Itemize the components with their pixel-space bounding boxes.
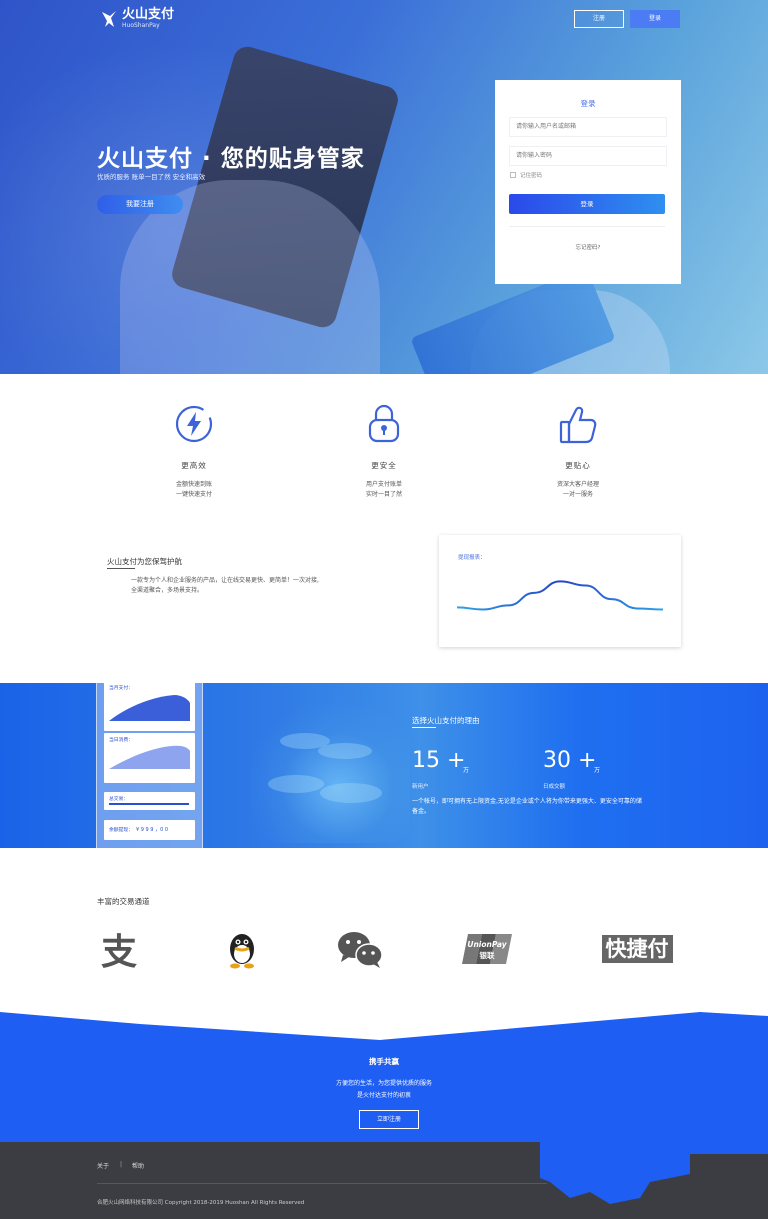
- qq-penguin-icon: [230, 934, 254, 969]
- daily-volume-unit: 万: [594, 767, 601, 774]
- coin-shape: [268, 775, 324, 793]
- reasons-text: 一个帐号，即可拥有无上限资金,无论是企业或个人将为你带来更强大、更安全可靠的储备…: [412, 798, 642, 815]
- feature-desc: 用户支付账单 实时一目了然: [324, 480, 444, 500]
- withdraw-chart: [456, 580, 664, 611]
- feature-desc: 资深大客户经理 一对一服务: [518, 480, 638, 500]
- feature-desc-line: 金额快速到账: [175, 481, 212, 488]
- feature-title: 更贴心: [565, 461, 591, 470]
- daily-volume-number: 30 +: [543, 748, 597, 773]
- feature-desc-line: 一键快速支付: [175, 491, 212, 498]
- page: 火山支付 HuoShanPay 注册 登录 火山支付 · 您的贴身管家 优质的服…: [0, 0, 768, 1219]
- login-button[interactable]: 登录: [630, 10, 680, 28]
- password-input[interactable]: 请你输入密码: [509, 146, 667, 166]
- lightning-icon: [175, 405, 213, 443]
- wechat-icon: [338, 932, 383, 968]
- join-line: 是火付达支付的初衷: [356, 1092, 411, 1099]
- feature-efficient: 更高效 金额快速到账 一键快速支付: [134, 402, 254, 500]
- join-line: 方便您的生活，为您提供优质的服务: [335, 1080, 432, 1087]
- intro-title: 火山支付为您保驾护航: [107, 557, 182, 566]
- day-spend-card: 当日消费：: [104, 733, 195, 783]
- balance-value: ¥ 9 9 9 ，0 0: [136, 827, 169, 833]
- footer-separator: |: [120, 1161, 123, 1168]
- unionpay-logo[interactable]: UnionPay 银联: [462, 928, 514, 970]
- login-submit-button[interactable]: 登录: [509, 194, 665, 214]
- login-panel: 登录 请你输入用户名或邮箱 请你输入密码 记住密码 登录 忘记密码?: [495, 80, 681, 284]
- thumbs-up-icon: [559, 406, 597, 444]
- total-trade-card: 总交易：: [104, 792, 195, 810]
- day-spend-sparkline: [109, 745, 190, 769]
- new-users-label: 新用户: [412, 784, 429, 790]
- unionpay-text: UnionPay: [467, 940, 507, 949]
- month-payment-card: 当月支付：: [104, 681, 195, 731]
- footer-copyright: 合肥火山网络科技有限公司 Copyright 2018-2019 Huoshan…: [97, 1200, 305, 1206]
- coin-shape: [318, 743, 372, 759]
- series-line: [456, 580, 664, 611]
- intro-underline: [107, 568, 135, 569]
- join-title: 携手共赢: [369, 1057, 399, 1066]
- quickpay-text: 快捷付: [601, 935, 673, 963]
- logo-icon: [102, 11, 116, 27]
- feature-secure: 更安全 用户支付账单 实时一目了然: [324, 402, 444, 500]
- new-users-unit: 万: [463, 767, 470, 774]
- login-heading: 登录: [580, 99, 596, 108]
- feature-title: 更安全: [371, 461, 397, 470]
- feature-title: 更高效: [181, 461, 207, 470]
- total-trade-label: 总交易：: [109, 797, 129, 802]
- remember-label: 记住密码: [520, 173, 543, 179]
- remember-checkbox[interactable]: [510, 172, 516, 178]
- remember-password[interactable]: 记住密码: [510, 171, 542, 179]
- logo[interactable]: 火山支付 HuoShanPay: [100, 8, 174, 30]
- username-input[interactable]: 请你输入用户名或邮箱: [509, 117, 667, 137]
- intro-line: 一款专为个人和企业服务的产品，让在线交易更快、更简单！一次对接,: [131, 577, 319, 584]
- feature-desc-line: 实时一目了然: [365, 491, 402, 498]
- alipay-logo[interactable]: 支: [96, 928, 142, 973]
- coins-illustration: [250, 703, 410, 843]
- balance-label: 余额提现：: [109, 828, 133, 833]
- signup-cta-button[interactable]: 我要注册: [97, 195, 183, 214]
- lock-icon: [368, 404, 400, 443]
- qq-logo[interactable]: [222, 928, 262, 970]
- feature-caring: 更贴心 资深大客户经理 一对一服务: [518, 402, 638, 500]
- wechat-logo[interactable]: [334, 928, 386, 970]
- feature-desc: 金额快速到账 一键快速支付: [134, 480, 254, 500]
- balance-card: 余额提现： ¥ 9 9 9 ，0 0: [104, 820, 195, 840]
- forgot-password-link[interactable]: 忘记密码?: [495, 243, 681, 251]
- hero-subtitle: 优质的服务 账单一目了然 安全和高效: [97, 173, 206, 181]
- month-payment-sparkline: [109, 695, 190, 721]
- logo-title: 火山支付: [122, 7, 175, 22]
- channels-title: 丰富的交易通道: [97, 897, 150, 906]
- logo-subtitle: HuoShanPay: [122, 22, 160, 29]
- coin-shape: [320, 783, 382, 803]
- reasons-underline: [412, 727, 436, 728]
- reasons-title: 选择火山支付的理由: [412, 716, 480, 725]
- daily-volume-label: 日成交额: [543, 784, 566, 790]
- feature-desc-line: 资深大客户经理: [556, 481, 599, 488]
- total-trade-bar: [109, 803, 189, 805]
- unionpay-cn-text: 银联: [480, 950, 495, 960]
- footer-about-link[interactable]: 关于: [97, 1161, 109, 1170]
- login-divider: [509, 226, 665, 227]
- quickpay-logo[interactable]: 快捷付: [594, 928, 680, 970]
- register-now-button[interactable]: 立即注册: [359, 1110, 419, 1129]
- intro-line: 全渠道聚合，多场景支持。: [131, 587, 204, 594]
- withdraw-chart-card: 提现报表：: [439, 535, 681, 647]
- footer-help-link[interactable]: 帮助: [132, 1161, 144, 1170]
- unionpay-icon: UnionPay 银联: [462, 934, 512, 964]
- feature-desc-line: 一对一服务: [562, 491, 593, 498]
- feature-desc-line: 用户支付账单: [365, 481, 402, 488]
- intro-text: 一款专为个人和企业服务的产品，让在线交易更快、更简单！一次对接, 全渠道聚合，多…: [131, 576, 319, 596]
- alipay-glyph: 支: [100, 932, 137, 973]
- footer-blue-patch: [540, 1142, 768, 1204]
- hero-title: 火山支付 · 您的贴身管家: [97, 146, 365, 172]
- footer-divider: [97, 1183, 547, 1184]
- register-button[interactable]: 注册: [574, 10, 624, 28]
- new-users-number: 15 +: [412, 748, 466, 773]
